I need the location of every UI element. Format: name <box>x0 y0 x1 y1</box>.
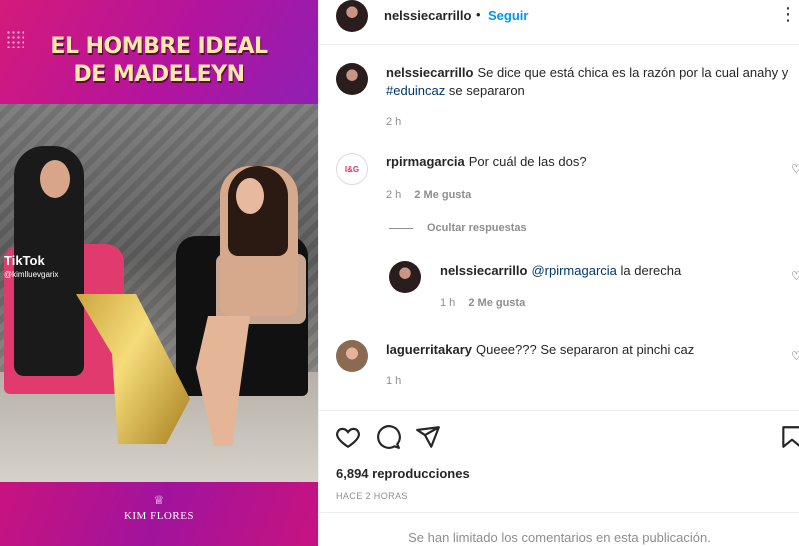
comment-like-icon[interactable]: ♡ <box>791 350 799 362</box>
bookmark-icon[interactable] <box>779 424 799 450</box>
caption-age[interactable]: 2 h <box>386 116 401 128</box>
hide-replies-button[interactable]: Ocultar respuestas <box>389 222 527 234</box>
media-headline: EL HOMBRE IDEAL DE MADELEYN <box>0 33 318 89</box>
author-username[interactable]: nelssiecarrillo <box>384 8 471 23</box>
media-headline-line2: DE MADELEYN <box>73 62 245 87</box>
comments-limited-notice: Se han limitado los comentarios en esta … <box>408 530 711 545</box>
comment-like-icon[interactable]: ♡ <box>791 163 799 175</box>
avatar-logo-text: I&G <box>344 164 360 174</box>
comment-meta: 2 h 2 Me gusta <box>386 189 481 201</box>
caption-text-after: se separaron <box>445 83 525 98</box>
comment-icon[interactable] <box>375 424 401 450</box>
reply-mention[interactable]: @rpirmagarcia <box>531 263 616 278</box>
author-avatar[interactable] <box>336 0 368 32</box>
post-timestamp[interactable]: HACE 2 HORAS <box>336 491 408 501</box>
action-bar <box>319 420 799 454</box>
footer-divider <box>319 512 799 513</box>
comment-text: Queee??? Se separaron at pinchi caz <box>476 342 695 357</box>
more-options-icon[interactable]: ⋮ <box>779 4 797 25</box>
media-headline-line1: EL HOMBRE IDEAL <box>50 34 268 59</box>
hide-replies-label: Ocultar respuestas <box>427 222 527 234</box>
caption-username[interactable]: nelssiecarrillo <box>386 65 473 80</box>
separator-dot: • <box>476 7 481 22</box>
video-scene: TikTok @kimlluevgarix <box>0 104 318 482</box>
caption: nelssiecarrillo Se dice que está chica es… <box>386 64 791 100</box>
reply-like-icon[interactable]: ♡ <box>791 270 799 282</box>
comment-likes[interactable]: 2 Me gusta <box>414 189 471 201</box>
view-count[interactable]: 6,894 reproducciones <box>336 466 470 481</box>
comment-item: laguerritakary Queee??? Se separaron at p… <box>386 341 776 359</box>
reply-item: nelssiecarrillo @rpirmagarcia la derecha <box>440 262 785 280</box>
tiktok-watermark: TikTok @kimlluevgarix <box>4 254 58 282</box>
commenter-avatar[interactable] <box>336 340 368 372</box>
reply-likes[interactable]: 2 Me gusta <box>468 297 525 309</box>
post-media[interactable]: EL HOMBRE IDEAL DE MADELEYN TikTok @kiml… <box>0 0 318 546</box>
send-icon[interactable] <box>415 424 441 450</box>
comment-username[interactable]: rpirmagarcia <box>386 154 465 169</box>
post-header: nelssiecarrillo • Seguir ⋮ <box>319 0 799 33</box>
caption-text: Se dice que está chica es la razón por l… <box>477 65 789 80</box>
replies-line <box>389 227 413 229</box>
commenter-avatar[interactable]: I&G <box>336 153 368 185</box>
comment-username[interactable]: laguerritakary <box>386 342 472 357</box>
comment-age[interactable]: 1 h <box>386 375 401 387</box>
comment-item: rpirmagarcia Por cuál de las dos? <box>386 153 776 171</box>
reply-username[interactable]: nelssiecarrillo <box>440 263 527 278</box>
caption-meta: 2 h <box>386 116 411 128</box>
post-modal: EL HOMBRE IDEAL DE MADELEYN TikTok @kiml… <box>0 0 799 546</box>
reply-text: la derecha <box>616 263 682 278</box>
follow-button[interactable]: Seguir <box>488 8 528 23</box>
heart-icon[interactable] <box>335 424 361 450</box>
comment-meta: 1 h <box>386 375 411 387</box>
reply-age[interactable]: 1 h <box>440 297 455 309</box>
reply-avatar[interactable] <box>389 261 421 293</box>
reply-meta: 1 h 2 Me gusta <box>440 297 535 309</box>
tiktok-label: TikTok <box>4 253 45 268</box>
comment-age[interactable]: 2 h <box>386 189 401 201</box>
comment-text: Por cuál de las dos? <box>468 154 587 169</box>
caption-avatar[interactable] <box>336 63 368 95</box>
brand-logo-text: KIM FLORES <box>123 510 195 522</box>
hashtag-link[interactable]: #eduincaz <box>386 83 445 98</box>
crown-icon: ♕ <box>153 493 165 507</box>
tiktok-handle: @kimlluevgarix <box>4 270 59 279</box>
actions-divider <box>319 410 799 411</box>
comments-panel: nelssiecarrillo • Seguir ⋮ nelssiecarril… <box>318 0 799 546</box>
header-divider <box>319 44 799 45</box>
